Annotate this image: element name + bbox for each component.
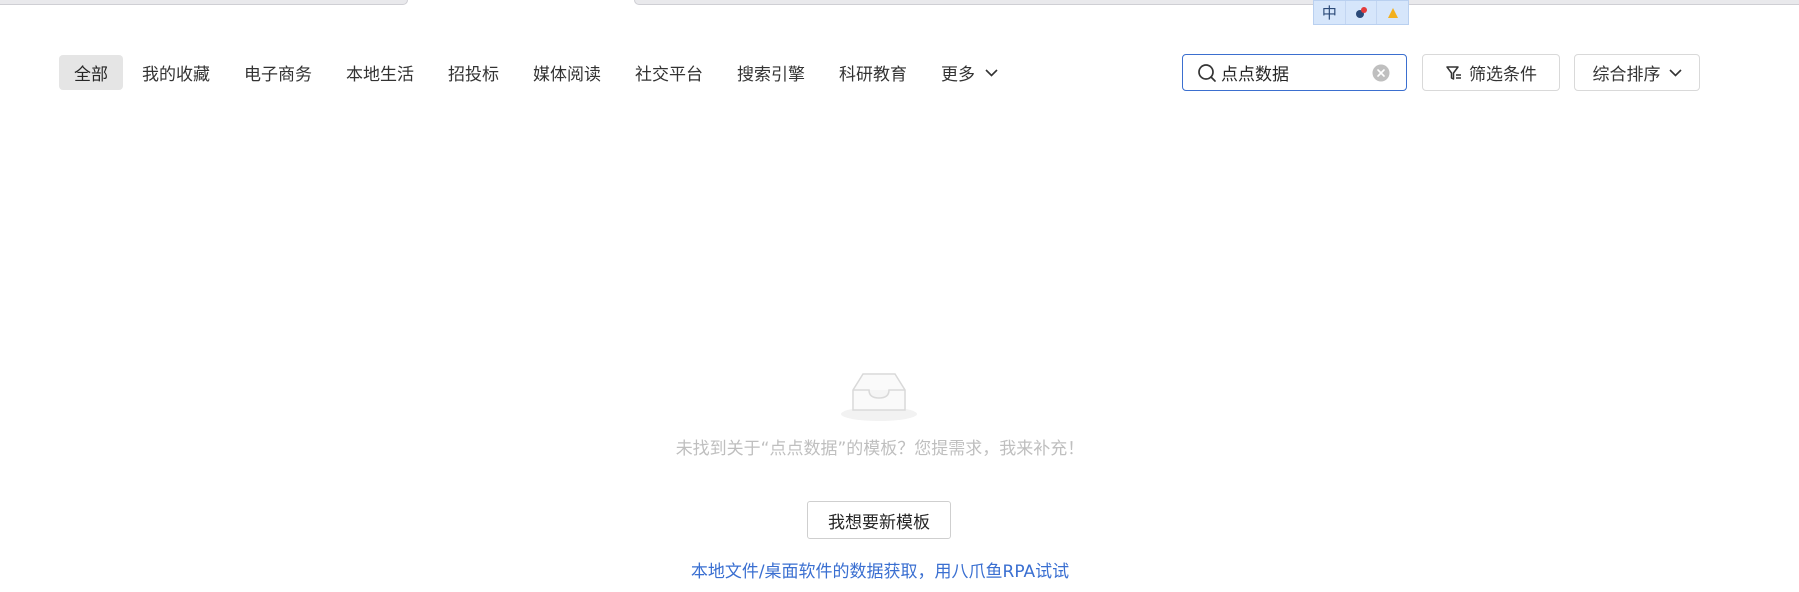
ime-skin-icon[interactable] [1377,1,1408,24]
category-tab-label: 全部 [74,65,108,85]
rpa-link[interactable]: 本地文件/桌面软件的数据获取，用八爪鱼RPA试试 [0,557,1760,582]
category-tab-label: 搜索引擎 [737,65,805,85]
filter-button[interactable]: 筛选条件 [1422,54,1560,91]
category-tab-research[interactable]: 科研教育 [824,55,922,90]
category-tab-label: 更多 [941,65,975,85]
category-tab-label: 科研教育 [839,65,907,85]
category-tab-local-life[interactable]: 本地生活 [331,55,429,90]
page-root: 中 全部 我的收藏 电子商务 本地生活 招投标 媒体阅读 社交平台 搜索引擎 科… [0,0,1799,592]
sort-dropdown-label: 综合排序 [1592,65,1661,85]
search-input[interactable] [1221,55,1371,90]
chevron-down-icon [985,68,998,77]
request-new-template-button[interactable]: 我想要新模板 [807,501,951,539]
search-icon [1197,63,1217,87]
filter-icon [1445,64,1463,82]
filter-button-label: 筛选条件 [1469,65,1537,85]
clear-search-icon[interactable] [1372,64,1390,82]
category-tab-label: 媒体阅读 [533,65,601,85]
ime-voice-icon[interactable] [1346,1,1378,24]
category-tab-ecommerce[interactable]: 电子商务 [229,55,327,90]
empty-state-message: 未找到关于“点点数据”的模板？您提需求，我来补充！ [675,439,1085,459]
request-new-template-label: 我想要新模板 [828,512,930,533]
ime-language-toggle[interactable]: 中 [1314,1,1346,24]
category-tab-media[interactable]: 媒体阅读 [518,55,616,90]
empty-inbox-icon [839,370,919,426]
browser-tab-strip-left [0,0,408,5]
sort-dropdown[interactable]: 综合排序 [1574,54,1700,91]
category-tab-bidding[interactable]: 招投标 [433,55,514,90]
category-tab-label: 我的收藏 [142,65,210,85]
category-tab-label: 本地生活 [346,65,414,85]
ime-toolbar: 中 [1313,0,1409,25]
category-tab-more[interactable]: 更多 [926,55,1013,90]
category-tab-label: 电子商务 [244,65,312,85]
chevron-down-icon [1668,68,1682,77]
category-tab-social[interactable]: 社交平台 [620,55,718,90]
category-tab-label: 社交平台 [635,65,703,85]
category-tab-favorites[interactable]: 我的收藏 [127,55,225,90]
category-tab-search-engine[interactable]: 搜索引擎 [722,55,820,90]
category-tab-label: 招投标 [448,65,499,85]
category-tab-all[interactable]: 全部 [59,55,123,90]
search-box[interactable] [1182,54,1407,91]
browser-tab-strip-right [634,0,1799,5]
category-nav: 全部 我的收藏 电子商务 本地生活 招投标 媒体阅读 社交平台 搜索引擎 科研教… [59,55,1017,90]
